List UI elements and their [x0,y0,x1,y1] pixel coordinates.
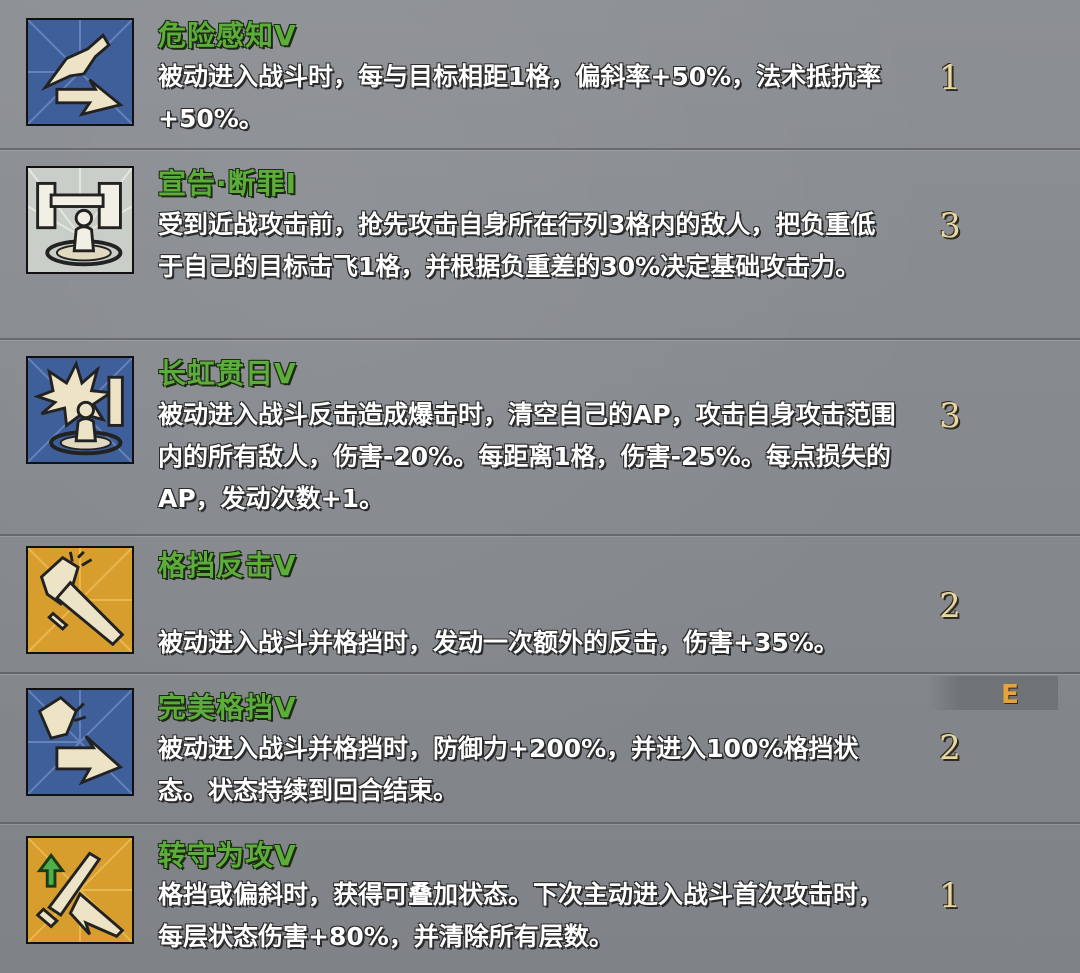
skill-description: 受到近战攻击前，抢先攻击自身所在行列3格内的敌人，把负重低于自己的目标击飞1格，… [158,210,876,281]
skill-cost: 2 [939,586,961,626]
skill-description: 被动进入战斗并格挡时，发动一次额外的反击，伤害+35%。 [158,628,839,657]
skill-cost: 3 [939,396,961,436]
skill-description: 格挡或偏斜时，获得可叠加状态。下次主动进入战斗首次攻击时，每层状态伤害+80%，… [158,880,884,951]
skill-row[interactable]: 格挡反击V 被动进入战斗并格挡时，发动一次额外的反击，伤害+35%。 2 [0,534,1080,674]
skill-row[interactable]: 长虹贯日V 被动进入战斗反击造成爆击时，清空自己的AP，攻击自身攻击范围内的所有… [0,338,1080,536]
skill-description: 被动进入战斗反击造成爆击时，清空自己的AP，攻击自身攻击范围内的所有敌人，伤害-… [158,400,896,513]
skill-description: 被动进入战斗时，每与目标相距1格，偏斜率+50%，法术抵抗率+50%。 [158,62,882,133]
skill-cost: 1 [939,58,961,98]
skill-name: 危险感知V [158,19,297,52]
skill-row[interactable]: 完美格挡V 被动进入战斗并格挡时，防御力+200%，并进入100%格挡状态。状态… [0,672,1080,824]
proclamation-pillar-icon [26,166,134,274]
skill-name: 完美格挡V [158,691,297,724]
skill-row[interactable]: 宣告·断罪I 受到近战攻击前，抢先攻击自身所在行列3格内的敌人，把负重低于自己的… [0,148,1080,340]
skill-row[interactable]: 转守为攻V 格挡或偏斜时，获得可叠加状态。下次主动进入战斗首次攻击时，每层状态伤… [0,822,1080,973]
e-key-hint[interactable]: E [992,680,1028,710]
skill-cost: 1 [939,876,961,916]
skill-name: 转守为攻V [158,839,297,872]
burst-aura-icon [26,356,134,464]
parry-counter-icon [26,546,134,654]
skill-description: 被动进入战斗并格挡时，防御力+200%，并进入100%格挡状态。状态持续到回合结… [158,734,859,805]
skill-name: 宣告·断罪I [158,167,298,200]
guard-to-attack-icon [26,836,134,944]
skill-name: 格挡反击V [158,549,297,582]
perfect-block-icon [26,688,134,796]
skill-cost: 2 [939,728,961,768]
skill-cost: 3 [939,206,961,246]
dodge-leap-icon [26,18,134,126]
skill-name: 长虹贯日V [158,357,297,390]
skill-row[interactable]: 危险感知V 被动进入战斗时，每与目标相距1格，偏斜率+50%，法术抵抗率+50%… [0,0,1080,150]
